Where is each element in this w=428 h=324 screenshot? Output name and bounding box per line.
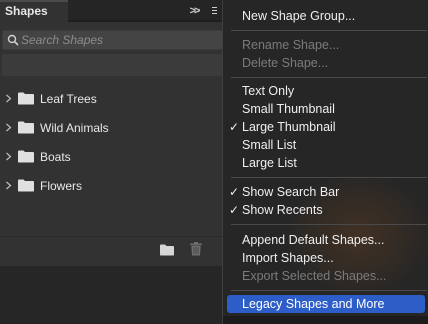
checkmark-icon: ✓ <box>229 203 240 217</box>
panel-footer <box>0 236 226 265</box>
menu-item-rename-shape: Rename Shape... <box>242 38 340 52</box>
folder-icon <box>18 150 34 163</box>
group-row-wild-animals[interactable]: Wild Animals <box>0 115 226 141</box>
search-input[interactable] <box>21 31 221 49</box>
checkmark-icon: ✓ <box>229 120 240 134</box>
menu-item-new-shape-group[interactable]: New Shape Group... <box>223 7 428 25</box>
tab-shapes[interactable]: Shapes <box>0 0 68 22</box>
folder-icon <box>18 121 34 134</box>
panel-menu-icon[interactable] <box>210 3 220 19</box>
folder-icon <box>18 92 34 105</box>
menu-bottom-edge <box>223 316 428 324</box>
recents-strip <box>2 54 224 76</box>
menu-item-text-only[interactable]: Text Only <box>223 82 428 100</box>
group-label: Wild Animals <box>40 121 109 135</box>
chevron-right-icon[interactable] <box>5 181 12 190</box>
menu-item-small-list[interactable]: Small List <box>223 136 428 154</box>
chevron-right-icon[interactable] <box>5 152 12 161</box>
menu-item-show-search-bar[interactable]: ✓ Show Search Bar <box>223 183 428 201</box>
search-bar <box>2 30 224 50</box>
menu-item-small-thumbnail[interactable]: Small Thumbnail <box>223 100 428 118</box>
group-label: Flowers <box>40 179 83 193</box>
new-group-folder-icon[interactable] <box>160 244 174 256</box>
group-row-flowers[interactable]: Flowers <box>0 173 226 199</box>
menu-item-export-selected-shapes: Export Selected Shapes... <box>242 269 387 283</box>
menu-item-show-recents[interactable]: ✓ Show Recents <box>223 201 428 219</box>
menu-separator <box>231 224 427 225</box>
menu-separator <box>231 77 427 78</box>
menu-item-import-shapes[interactable]: Import Shapes... <box>223 249 428 267</box>
chevron-right-icon[interactable] <box>5 123 12 132</box>
group-label: Leaf Trees <box>40 92 97 106</box>
group-label: Boats <box>40 150 71 164</box>
panel-bottom-area <box>0 266 226 324</box>
panel-tab-bar: Shapes >> <box>0 0 226 22</box>
menu-item-delete-shape: Delete Shape... <box>242 56 329 70</box>
tab-bar-divider <box>68 20 226 22</box>
menu-item-append-default-shapes[interactable]: Append Default Shapes... <box>223 231 428 249</box>
menu-item-large-list[interactable]: Large List <box>223 154 428 172</box>
collapse-panel-button[interactable]: >> <box>186 3 202 19</box>
panel-flyout-menu: New Shape Group... Rename Shape... Delet… <box>222 0 428 324</box>
group-row-leaf-trees[interactable]: Leaf Trees <box>0 86 226 112</box>
menu-item-large-thumbnail[interactable]: ✓ Large Thumbnail <box>223 118 428 136</box>
menu-item-legacy-shapes[interactable]: Legacy Shapes and More <box>227 295 425 313</box>
menu-separator <box>231 30 427 31</box>
trash-icon[interactable] <box>190 242 202 256</box>
search-icon <box>7 34 19 46</box>
chevron-right-icon[interactable] <box>5 94 12 103</box>
checkmark-icon: ✓ <box>229 185 240 199</box>
group-row-boats[interactable]: Boats <box>0 144 226 170</box>
shapes-panel: Shapes >> Leaf Trees Wild Animals Boats <box>0 0 226 324</box>
menu-separator <box>231 177 427 178</box>
menu-separator <box>231 290 427 291</box>
folder-icon <box>18 179 34 192</box>
